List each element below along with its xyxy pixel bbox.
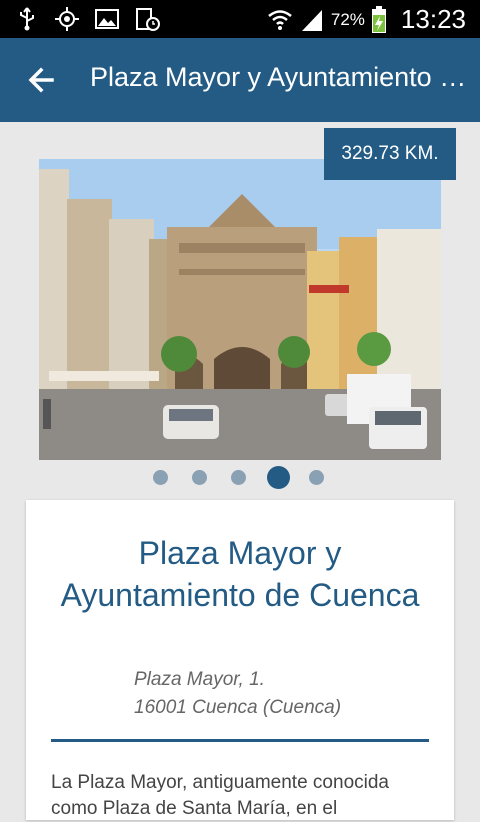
pager-dot-active[interactable]: [267, 466, 290, 489]
signal-icon: [301, 9, 322, 31]
gps-icon: [55, 7, 79, 31]
gallery-pager: [0, 462, 480, 492]
wifi-icon: [268, 9, 292, 30]
pager-dot[interactable]: [192, 470, 207, 485]
battery-charging-icon: [371, 5, 386, 33]
distance-badge: 329.73 KM.: [324, 128, 456, 180]
app-bar: Plaza Mayor y Ayuntamiento de Cuenca: [0, 38, 480, 122]
place-address: Plaza Mayor, 1. 16001 Cuenca (Cuenca): [134, 666, 341, 722]
screenshot-icon: [136, 8, 160, 31]
usb-icon: [20, 7, 34, 31]
pager-dot[interactable]: [309, 470, 324, 485]
pager-dot[interactable]: [153, 470, 168, 485]
place-photo[interactable]: [39, 159, 441, 460]
clock: 13:23: [400, 4, 466, 34]
status-bar: 72% 13:23: [0, 0, 480, 38]
page-title: Plaza Mayor y Ayuntamiento de Cuenca: [90, 62, 470, 92]
place-description: La Plaza Mayor, antiguamente conocida co…: [51, 772, 389, 819]
divider: [51, 739, 429, 742]
battery-percent: 72%: [330, 9, 365, 29]
address-line-1: Plaza Mayor, 1.: [134, 669, 265, 690]
place-title: Plaza Mayor y Ayuntamiento de Cuenca: [60, 535, 420, 613]
image-icon: [95, 9, 119, 29]
address-line-2: 16001 Cuenca (Cuenca): [134, 697, 342, 718]
place-info-card: Plaza Mayor y Ayuntamiento de Cuenca Pla…: [26, 500, 454, 820]
pager-dot[interactable]: [231, 470, 246, 485]
arrow-back-icon[interactable]: [22, 60, 62, 100]
